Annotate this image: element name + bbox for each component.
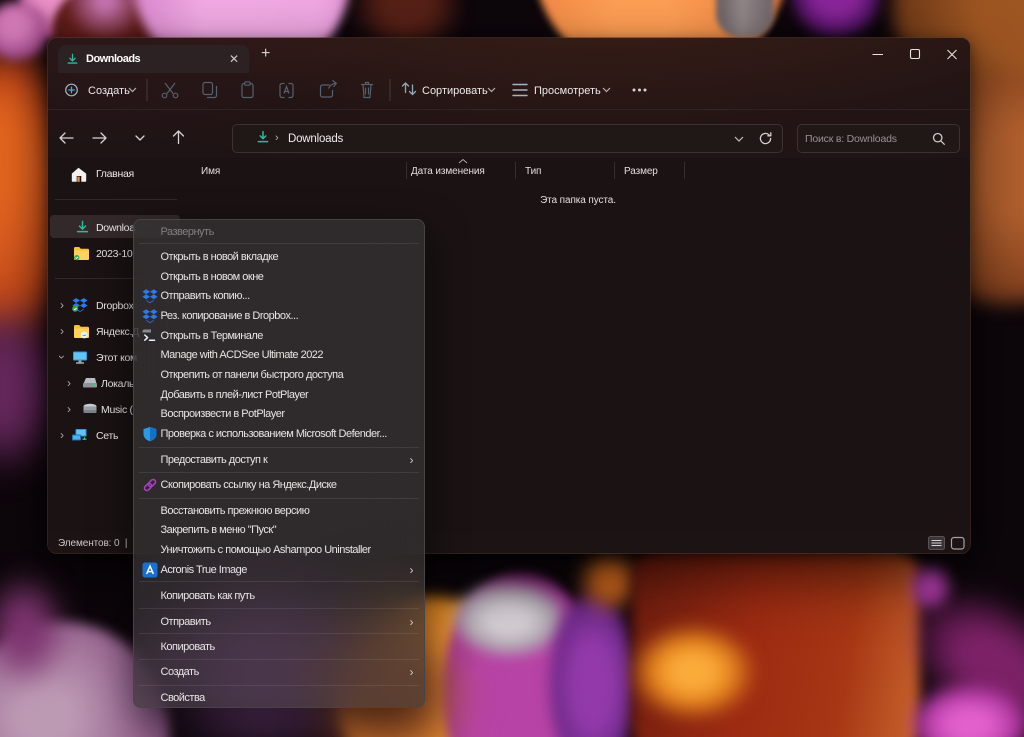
svg-text:Создать: Создать [88,85,130,97]
svg-text:Сортировать: Сортировать [422,85,488,97]
svg-text:Просмотреть: Просмотреть [534,85,601,97]
